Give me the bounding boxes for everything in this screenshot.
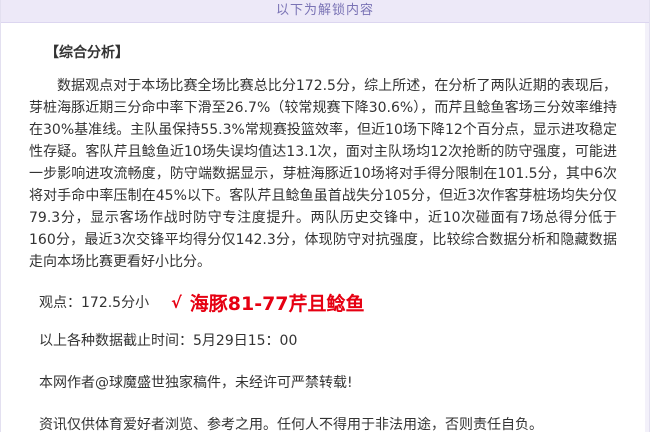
data-cutoff-time: 以上各种数据截止时间：5月29日15：00 (39, 333, 298, 349)
article-page: 以下为解锁内容 【综合分析】 数据观点对于本场比赛全场比赛总比分172.5分，综… (0, 0, 650, 432)
section-title: 【综合分析】 (45, 45, 129, 61)
check-icon: √ (171, 292, 182, 312)
scrollbar-track[interactable] (645, 23, 649, 432)
disclaimer-notice: 资讯仅供体育爱好者浏览、参考之用。任何人不得用于非法用途，否则责任自负。 (39, 417, 543, 432)
analysis-paragraph: 数据观点对于本场比赛全场比赛总比分172.5分，综上所述，在分析了两队近期的表现… (29, 78, 617, 270)
verdict-row: 观点：172.5分小 √ 海豚81-77芹且鲶鱼 (39, 287, 617, 317)
unlock-banner: 以下为解锁内容 (1, 0, 649, 23)
article-content: 【综合分析】 数据观点对于本场比赛全场比赛总比分172.5分，综上所述，在分析了… (1, 43, 649, 432)
score-prediction: 海豚81-77芹且鲶鱼 (189, 292, 365, 315)
copyright-notice: 本网作者@球魔盛世独家稿件，未经许可严禁转载! (39, 375, 353, 391)
verdict-label: 观点：172.5分小 (39, 295, 150, 311)
